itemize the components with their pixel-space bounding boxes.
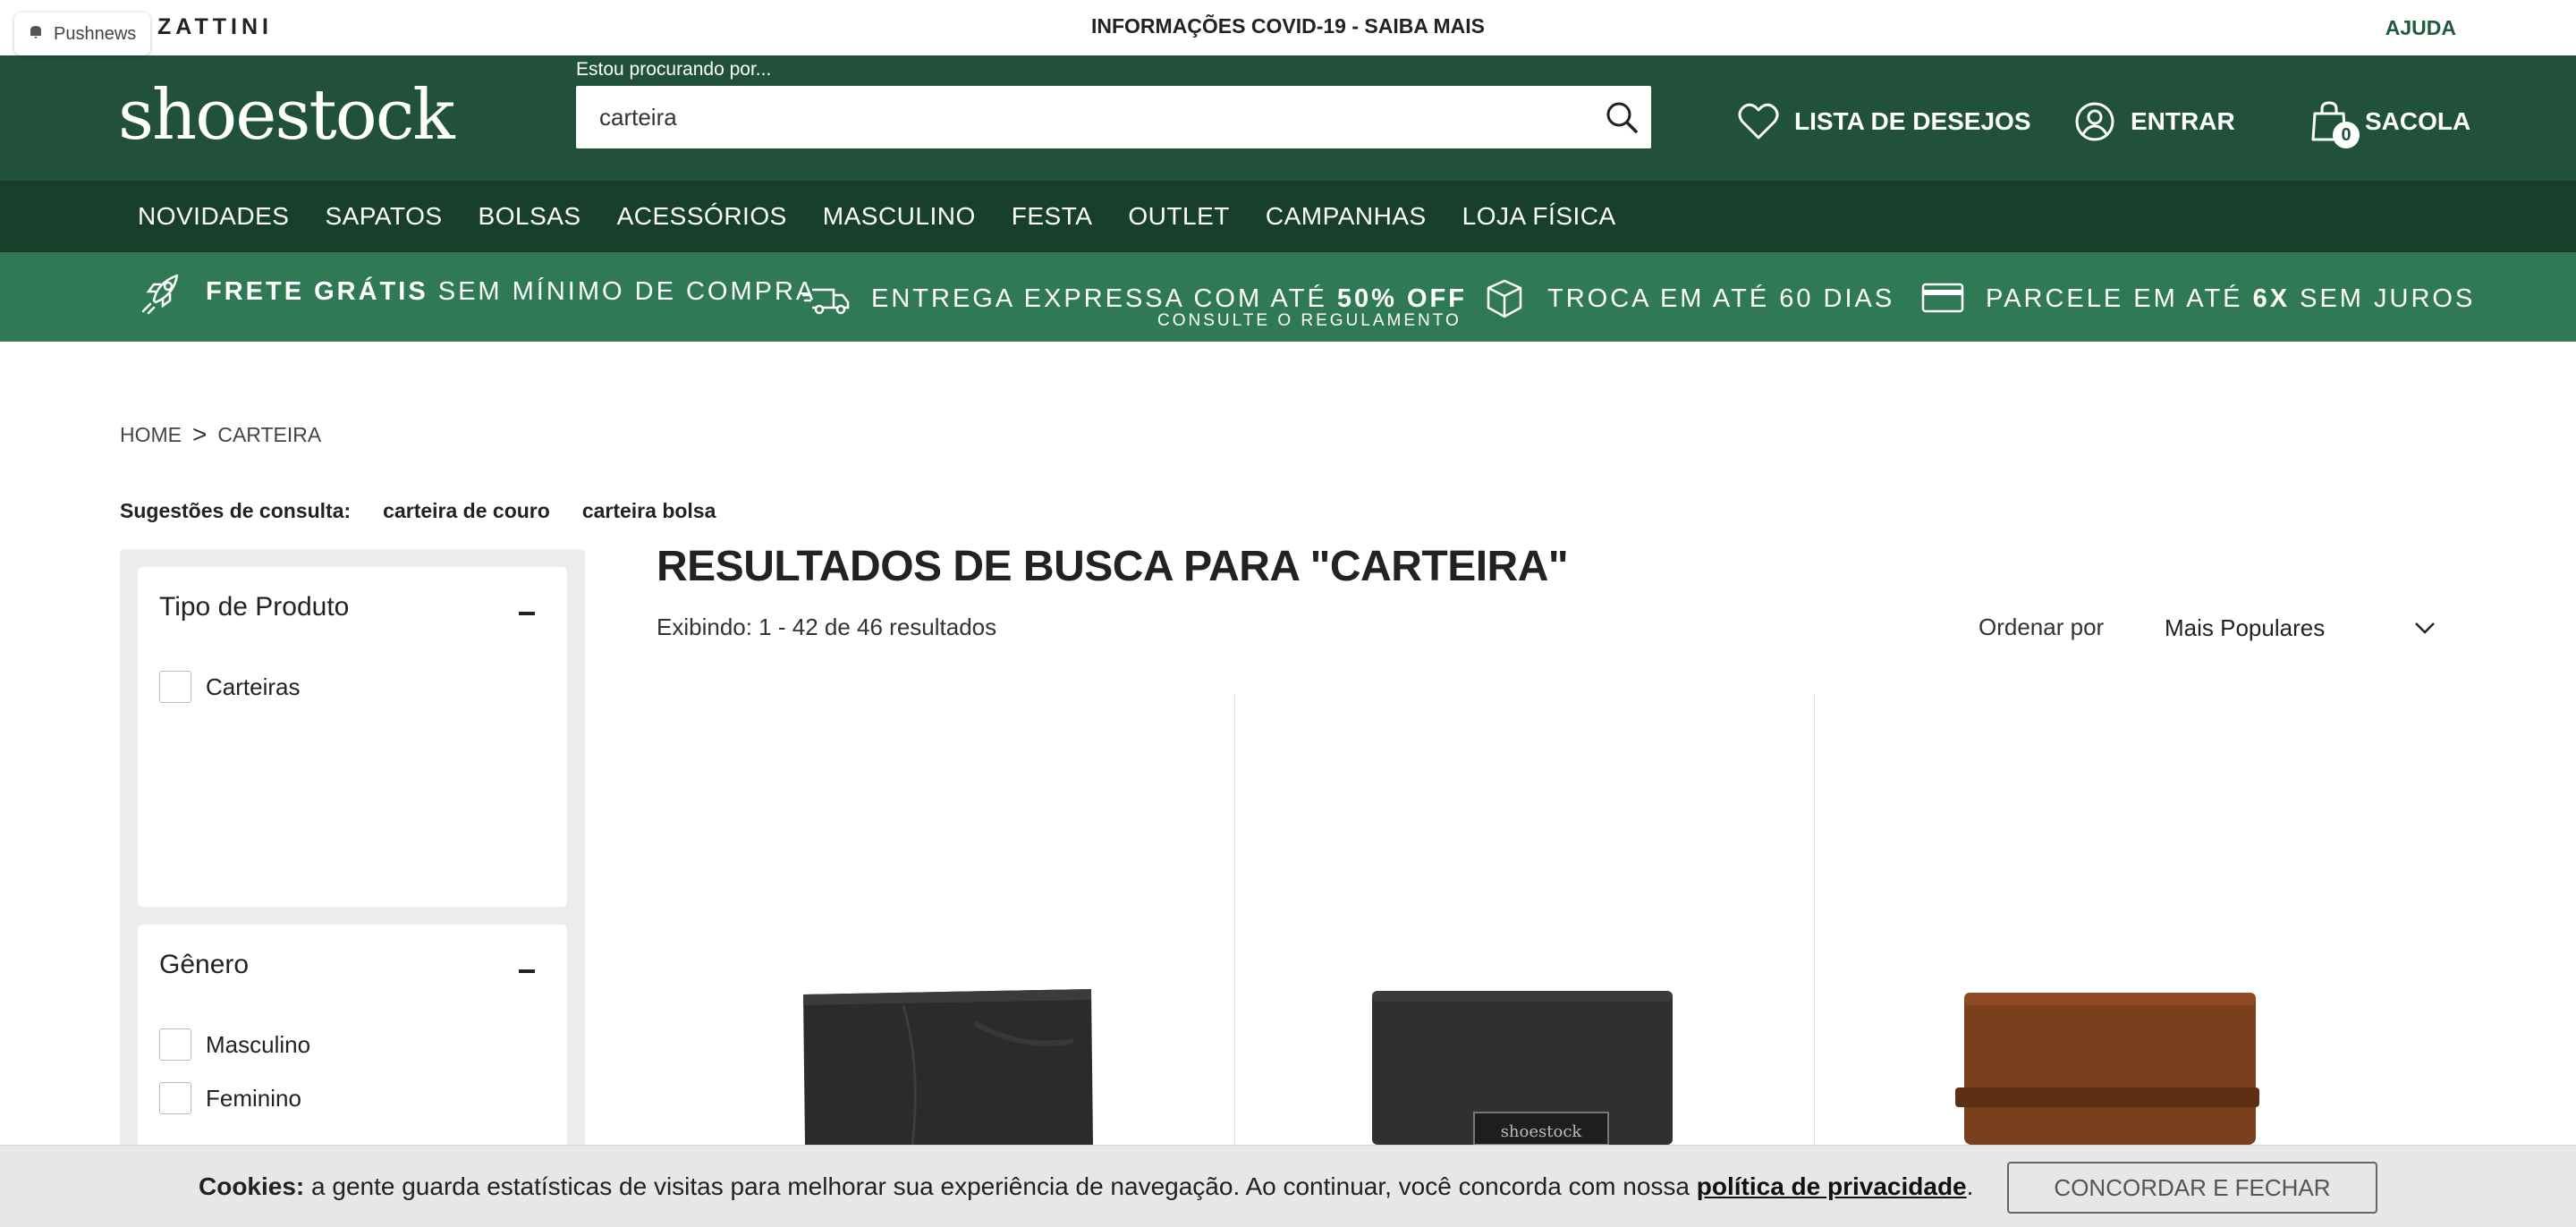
nav-item-campanhas[interactable]: CAMPANHAS <box>1266 202 1427 231</box>
filter-option[interactable]: Feminino <box>159 1082 301 1114</box>
product-image-black-textured-wallet[interactable]: shoestock <box>1361 987 1674 1145</box>
grid-divider <box>1234 694 1235 1159</box>
search-box <box>576 86 1651 148</box>
breadcrumb-separator: > <box>192 420 208 448</box>
user-icon <box>2075 102 2114 141</box>
wishlist-label: LISTA DE DESEJOS <box>1794 107 2031 135</box>
cookie-banner: Cookies: a gente guarda estatísticas de … <box>0 1145 2576 1227</box>
covid-announcement-link[interactable]: INFORMAÇÕES COVID-19 - SAIBA MAIS <box>0 14 2576 38</box>
checkbox[interactable] <box>159 671 191 703</box>
bag-count-badge: 0 <box>2333 122 2360 148</box>
promo-express-subtext[interactable]: CONSULTE O REGULAMENTO <box>1157 311 1462 331</box>
help-link[interactable]: AJUDA <box>2385 16 2456 40</box>
accept-cookies-button[interactable]: CONCORDAR E FECHAR <box>2007 1162 2377 1214</box>
truck-icon <box>801 288 850 315</box>
chevron-down-icon <box>2415 622 2435 634</box>
site-logo[interactable]: shoestock <box>118 75 455 156</box>
box-icon <box>1487 279 1522 318</box>
page: Pushnews ZATTINI INFORMAÇÕES COVID-19 - … <box>0 0 2576 1227</box>
sort-select[interactable]: Mais Populares <box>2165 610 2438 646</box>
product-brand-mark: shoestock <box>1501 1122 1583 1141</box>
promo-exchange[interactable]: TROCA EM ATÉ 60 DIAS <box>1478 272 1894 326</box>
promo-installments-bold: 6X <box>2252 283 2291 313</box>
filter-title[interactable]: Gênero <box>159 950 249 980</box>
filter-sidebar: Tipo de Produto Carteiras Gênero Masculi… <box>120 549 585 1193</box>
nav-item-loja-fisica[interactable]: LOJA FÍSICA <box>1462 202 1616 231</box>
promo-express-bold: 50% OFF <box>1336 283 1467 313</box>
nav-item-festa[interactable]: FESTA <box>1012 202 1093 231</box>
nav-item-sapatos[interactable]: SAPATOS <box>325 202 442 231</box>
pushnews-badge[interactable]: Pushnews <box>14 13 151 55</box>
main-nav: NOVIDADES SAPATOS BOLSAS ACESSÓRIOS MASC… <box>0 181 2576 252</box>
suggestion-link[interactable]: carteira bolsa <box>582 499 716 523</box>
pushnews-label: Pushnews <box>54 23 137 44</box>
product-image-brown-leather-wallet[interactable] <box>1955 987 2259 1145</box>
filter-option-label: Feminino <box>206 1084 301 1112</box>
search-suggestions: Sugestões de consulta: carteira de couro… <box>120 499 716 523</box>
bag-link[interactable]: 0 SACOLA <box>2306 98 2471 148</box>
breadcrumb-home[interactable]: HOME <box>120 423 182 447</box>
search-icon[interactable] <box>1603 98 1640 136</box>
grid-divider <box>1814 694 1815 1159</box>
product-image-black-wallet[interactable] <box>787 987 1109 1145</box>
search-input[interactable] <box>599 86 1565 148</box>
privacy-policy-link[interactable]: política de privacidade <box>1697 1172 1967 1200</box>
cookie-period: . <box>1966 1172 1974 1200</box>
promo-installments[interactable]: PARCELE EM ATÉ 6X SEM JUROS <box>1916 272 2475 326</box>
sort-label: Ordenar por <box>1979 614 2105 640</box>
promo-installments-text-end: SEM JUROS <box>2300 283 2476 313</box>
cookie-title: Cookies: <box>199 1172 305 1200</box>
nav-item-novidades[interactable]: NOVIDADES <box>138 202 289 231</box>
bag-label: SACOLA <box>2365 107 2471 135</box>
bag-icon-wrap: 0 <box>2306 98 2360 148</box>
collapse-icon[interactable] <box>519 612 535 615</box>
promo-free-shipping-text: SEM MÍNIMO DE COMPRA <box>437 276 817 306</box>
rocket-icon <box>141 274 179 315</box>
suggestions-label: Sugestões de consulta: <box>120 499 352 522</box>
filter-option[interactable]: Carteiras <box>159 671 300 703</box>
promo-free-shipping[interactable]: FRETE GRÁTIS SEM MÍNIMO DE COMPRA <box>136 265 816 318</box>
filter-option[interactable]: Masculino <box>159 1028 310 1061</box>
breadcrumb-current: CARTEIRA <box>217 422 322 446</box>
results-title: RESULTADOS DE BUSCA PARA "CARTEIRA" <box>657 543 1569 590</box>
checkbox[interactable] <box>159 1082 191 1114</box>
heart-icon <box>1738 103 1779 140</box>
filter-option-label: Masculino <box>206 1030 311 1058</box>
nav-item-bolsas[interactable]: BOLSAS <box>479 202 581 231</box>
nav-item-masculino[interactable]: MASCULINO <box>823 202 976 231</box>
filter-title[interactable]: Tipo de Produto <box>159 592 349 622</box>
filter-product-type: Tipo de Produto Carteiras <box>138 567 567 907</box>
card-icon <box>1921 283 1964 313</box>
promo-free-shipping-bold: FRETE GRÁTIS <box>206 276 428 306</box>
suggestion-link[interactable]: carteira de couro <box>383 499 550 523</box>
cookie-text: Cookies: a gente guarda estatísticas de … <box>199 1172 1973 1201</box>
sort-value: Mais Populares <box>2165 614 2326 641</box>
promo-strip: FRETE GRÁTIS SEM MÍNIMO DE COMPRA ENTREG… <box>0 252 2576 342</box>
top-bar: Pushnews ZATTINI INFORMAÇÕES COVID-19 - … <box>0 0 2576 55</box>
promo-installments-text: PARCELE EM ATÉ <box>1986 283 2243 313</box>
nav-item-outlet[interactable]: OUTLET <box>1128 202 1229 231</box>
collapse-icon[interactable] <box>519 969 535 973</box>
login-label: ENTRAR <box>2131 107 2235 135</box>
results-count: Exibindo: 1 - 42 de 46 resultados <box>657 614 997 640</box>
nav-item-acessorios[interactable]: ACESSÓRIOS <box>617 202 787 231</box>
login-link[interactable]: ENTRAR <box>2072 98 2235 145</box>
breadcrumb: HOME > CARTEIRA <box>120 420 321 449</box>
promo-express-text: ENTREGA EXPRESSA COM ATÉ <box>871 283 1327 313</box>
search-label: Estou procurando por... <box>576 59 772 80</box>
promo-exchange-text: TROCA EM ATÉ 60 DIAS <box>1547 283 1895 313</box>
wishlist-link[interactable]: LISTA DE DESEJOS <box>1735 98 2031 145</box>
bell-icon <box>27 22 45 46</box>
checkbox[interactable] <box>159 1028 191 1061</box>
cookie-message: a gente guarda estatísticas de visitas p… <box>311 1172 1690 1200</box>
site-header: shoestock Estou procurando por... LISTA … <box>0 55 2576 181</box>
filter-option-label: Carteiras <box>206 673 301 700</box>
